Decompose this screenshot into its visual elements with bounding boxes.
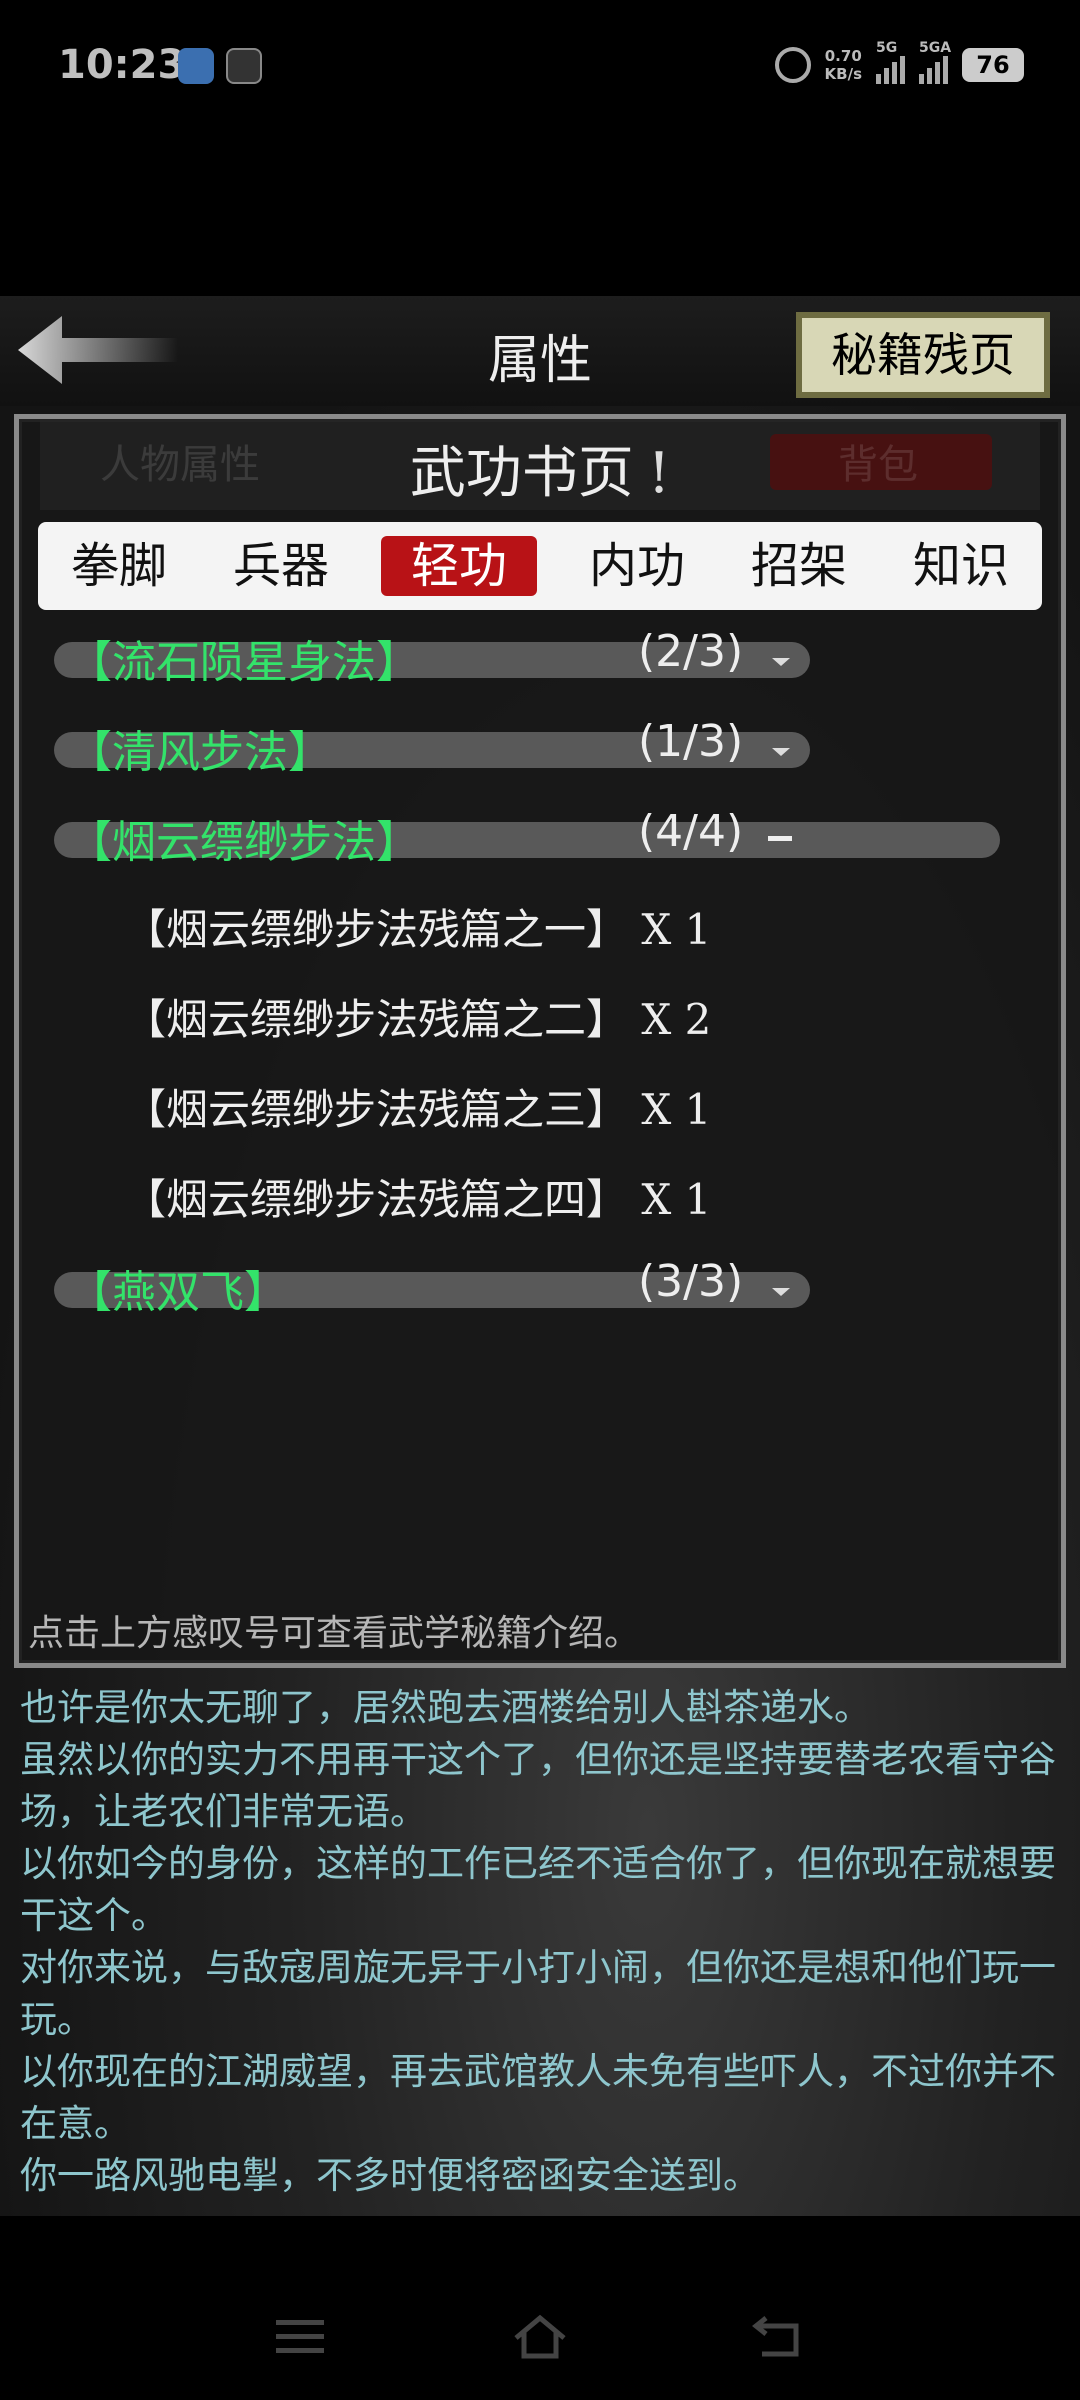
log-line: 虽然以你的实力不用再干这个了，但你还是坚持要替老农看守谷场，让老农们非常无语。 xyxy=(20,1738,1056,1833)
alarm-icon xyxy=(774,47,811,83)
home-icon[interactable] xyxy=(512,2312,568,2362)
chevron-down-icon xyxy=(772,658,790,666)
signal-5g-icon: 5G xyxy=(876,40,905,84)
tab-weapon[interactable]: 兵器 xyxy=(219,536,343,596)
skill-row-expanded[interactable]: 【烟云缥缈步法】 (4/4) xyxy=(54,806,1000,868)
skill-name: 【清风步法】 xyxy=(68,727,332,778)
log-line: 你一路风驰电掣，不多时便将密函安全送到。 xyxy=(20,2154,760,2197)
log-line: 对你来说，与敌寇周旋无异于小打小闹，但你还是想和他们玩一玩。 xyxy=(20,1946,1056,2041)
status-time: 10:23 xyxy=(58,42,186,88)
hint-text: 点击上方感叹号可查看武学秘籍介绍。 xyxy=(28,1613,641,1654)
collapse-icon xyxy=(768,836,792,841)
skill-progress: (1/3) xyxy=(638,716,744,767)
skill-progress: (4/4) xyxy=(638,806,744,857)
status-bar: 10:23 0.70 KB/s 5G 5GA 76 xyxy=(0,0,1080,130)
signal-5ga-icon: 5GA xyxy=(919,40,951,84)
chevron-down-icon xyxy=(772,748,790,756)
page-item: 【烟云缥缈步法残篇之三】 X 1 xyxy=(124,1085,712,1134)
back-icon[interactable] xyxy=(752,2312,808,2362)
page-item: 【烟云缥缈步法残篇之一】 X 1 xyxy=(124,905,712,954)
tab-parry[interactable]: 招架 xyxy=(737,536,861,596)
chevron-down-icon xyxy=(772,1288,790,1296)
notification-app-icon xyxy=(178,48,214,84)
tab-lightness[interactable]: 轻功 xyxy=(380,536,537,596)
network-speed: 0.70 KB/s xyxy=(824,47,862,83)
skill-row[interactable]: 【燕双飞】 (3/3) xyxy=(54,1256,810,1318)
status-icons: 0.70 KB/s 5G 5GA 76 xyxy=(774,40,1024,88)
secret-pages-button[interactable]: 秘籍残页 xyxy=(796,312,1050,398)
skill-name: 【流石陨星身法】 xyxy=(68,637,420,688)
category-tabs: 拳脚 兵器 轻功 内功 招架 知识 xyxy=(38,522,1042,610)
page-item: 【烟云缥缈步法残篇之二】 X 2 xyxy=(124,995,712,1044)
event-log: 也许是你太无聊了，居然跑去酒楼给别人斟茶递水。 虽然以你的实力不用再干这个了，但… xyxy=(20,1682,1060,2202)
log-line: 也许是你太无聊了，居然跑去酒楼给别人斟茶递水。 xyxy=(20,1686,871,1729)
tab-fist[interactable]: 拳脚 xyxy=(57,536,181,596)
skill-name: 【燕双飞】 xyxy=(68,1267,288,1318)
tab-knowledge[interactable]: 知识 xyxy=(899,536,1023,596)
skill-progress: (2/3) xyxy=(638,626,744,677)
log-line: 以你如今的身份，这样的工作已经不适合你了，但你现在就想要干这个。 xyxy=(20,1842,1056,1937)
skill-progress: (3/3) xyxy=(638,1256,744,1307)
panel-title: 武功书页! xyxy=(409,441,671,506)
notification-qq-icon xyxy=(226,48,262,84)
menu-icon[interactable] xyxy=(272,2312,328,2362)
skill-row[interactable]: 【清风步法】 (1/3) xyxy=(54,716,810,778)
log-line: 以你现在的江湖威望，再去武馆教人未免有些吓人，不过你并不在意。 xyxy=(20,2050,1056,2145)
battery-icon: 76 xyxy=(962,48,1024,82)
skill-name: 【烟云缥缈步法】 xyxy=(68,817,420,868)
tab-inner[interactable]: 内功 xyxy=(575,536,699,596)
info-exclamation-button[interactable]: ! xyxy=(648,441,671,506)
page-item: 【烟云缥缈步法残篇之四】 X 1 xyxy=(124,1175,712,1224)
skill-row[interactable]: 【流石陨星身法】 (2/3) xyxy=(54,626,810,688)
